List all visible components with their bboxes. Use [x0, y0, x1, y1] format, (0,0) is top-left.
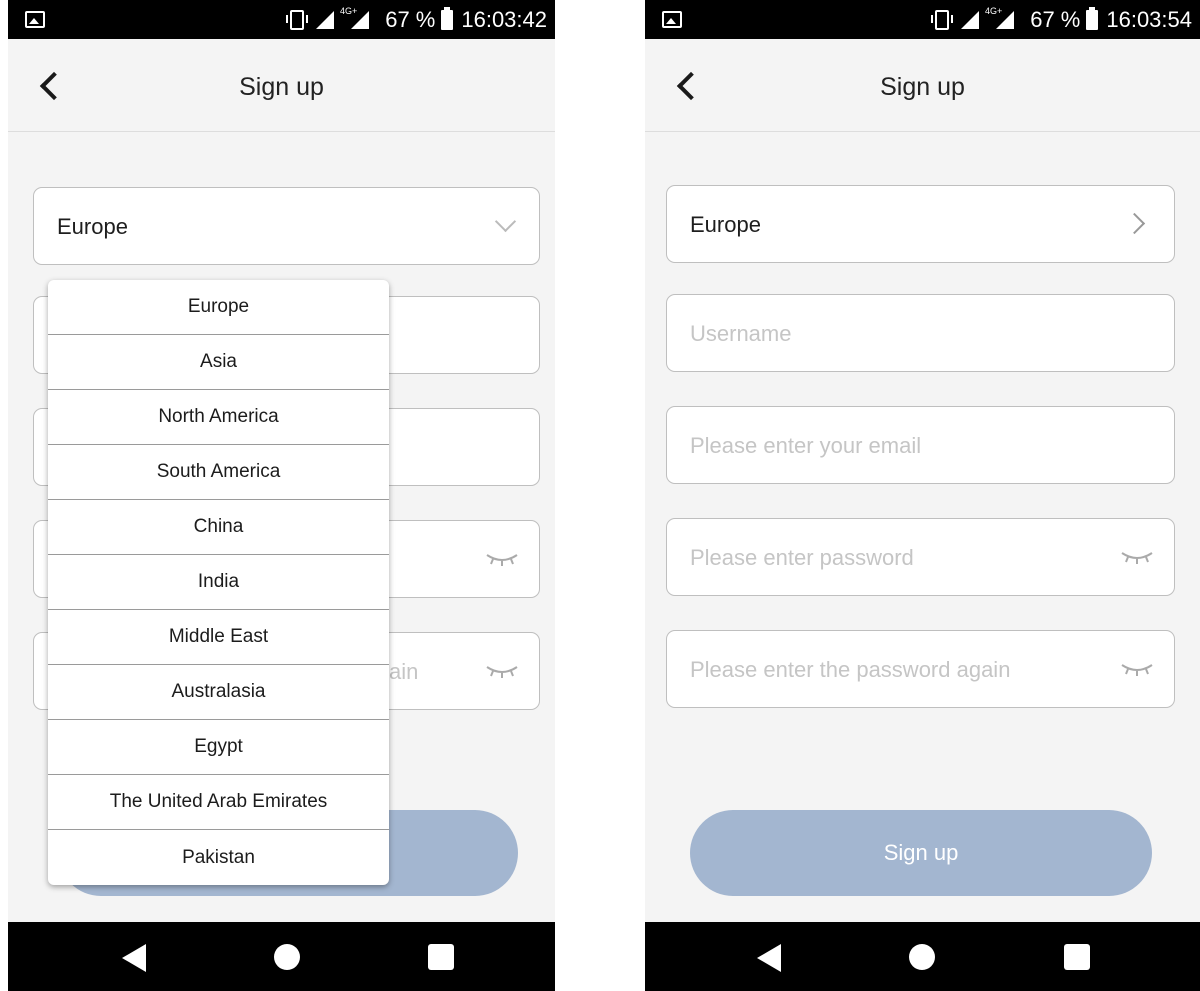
- username-placeholder: Username: [690, 321, 792, 346]
- battery-icon: [441, 6, 454, 30]
- nav-home-icon[interactable]: [909, 944, 935, 970]
- app-header: Sign up: [645, 39, 1200, 132]
- clock: 16:03:54: [1106, 6, 1192, 32]
- right-screen: 4G+ 67 % 16:03:54 Sign up Europe Usernam…: [645, 0, 1200, 991]
- nav-home-icon[interactable]: [274, 944, 300, 970]
- region-select-value: Europe: [690, 212, 761, 237]
- password-again-placeholder: Please enter the password again: [690, 657, 1011, 682]
- dropdown-option-china[interactable]: China: [48, 500, 389, 555]
- dropdown-option-australasia[interactable]: Australasia: [48, 665, 389, 720]
- password-again-field[interactable]: Please enter the password again: [666, 630, 1175, 708]
- chevron-right-icon: [1123, 212, 1146, 235]
- status-icons: 4G+: [930, 6, 1020, 30]
- page-title: Sign up: [239, 73, 324, 101]
- dropdown-option-india[interactable]: India: [48, 555, 389, 610]
- dropdown-option-south-america[interactable]: South America: [48, 445, 389, 500]
- username-field[interactable]: Username: [666, 294, 1175, 372]
- signal-icon-2: [996, 10, 1015, 29]
- android-nav-bar: [645, 922, 1200, 991]
- nav-recents-icon[interactable]: [1064, 944, 1090, 970]
- region-dropdown: Europe Asia North America South America …: [48, 280, 389, 885]
- status-bar: 4G+ 67 % 16:03:54: [645, 0, 1200, 39]
- eye-closed-icon[interactable]: [485, 661, 519, 681]
- nav-recents-icon[interactable]: [428, 944, 454, 970]
- eye-closed-icon[interactable]: [1120, 659, 1154, 679]
- battery-icon: [1086, 6, 1099, 30]
- password-again-placeholder-tail: ain: [389, 659, 419, 684]
- left-screen: 4G+ 67 % 16:03:42 Sign up Europe ain Eur…: [8, 0, 555, 991]
- vibrate-icon: [930, 9, 953, 30]
- gallery-notification-icon: [25, 11, 45, 28]
- dropdown-option-north-america[interactable]: North America: [48, 390, 389, 445]
- dropdown-option-asia[interactable]: Asia: [48, 335, 389, 390]
- password-placeholder: Please enter password: [690, 545, 914, 570]
- password-field[interactable]: Please enter password: [666, 518, 1175, 596]
- signal-icon: [315, 10, 334, 29]
- dropdown-option-europe[interactable]: Europe: [48, 280, 389, 335]
- region-select[interactable]: Europe: [666, 185, 1175, 263]
- region-select[interactable]: Europe: [33, 187, 540, 265]
- signal-icon-2: [351, 10, 370, 29]
- eye-closed-icon[interactable]: [485, 549, 519, 569]
- eye-closed-icon[interactable]: [1120, 547, 1154, 567]
- gallery-notification-icon: [662, 11, 682, 28]
- android-nav-bar: [8, 922, 555, 991]
- dropdown-option-middle-east[interactable]: Middle East: [48, 610, 389, 665]
- dropdown-option-egypt[interactable]: Egypt: [48, 720, 389, 775]
- dropdown-option-pakistan[interactable]: Pakistan: [48, 830, 389, 885]
- status-icons: 4G+: [285, 6, 375, 30]
- app-header: Sign up: [8, 39, 555, 132]
- signup-button[interactable]: Sign up: [690, 810, 1152, 896]
- email-field[interactable]: Please enter your email: [666, 406, 1175, 484]
- email-placeholder: Please enter your email: [690, 433, 922, 458]
- clock: 16:03:42: [461, 6, 547, 32]
- battery-percent: 67 %: [385, 6, 436, 32]
- page-title: Sign up: [880, 73, 965, 101]
- signal-icon: [960, 10, 979, 29]
- nav-back-icon[interactable]: [757, 944, 781, 972]
- region-select-value: Europe: [57, 214, 128, 239]
- chevron-down-icon: [494, 210, 517, 233]
- status-bar: 4G+ 67 % 16:03:42: [8, 0, 555, 39]
- dropdown-option-uae[interactable]: The United Arab Emirates: [48, 775, 389, 830]
- nav-back-icon[interactable]: [122, 944, 146, 972]
- vibrate-icon: [285, 9, 308, 30]
- battery-percent: 67 %: [1030, 6, 1081, 32]
